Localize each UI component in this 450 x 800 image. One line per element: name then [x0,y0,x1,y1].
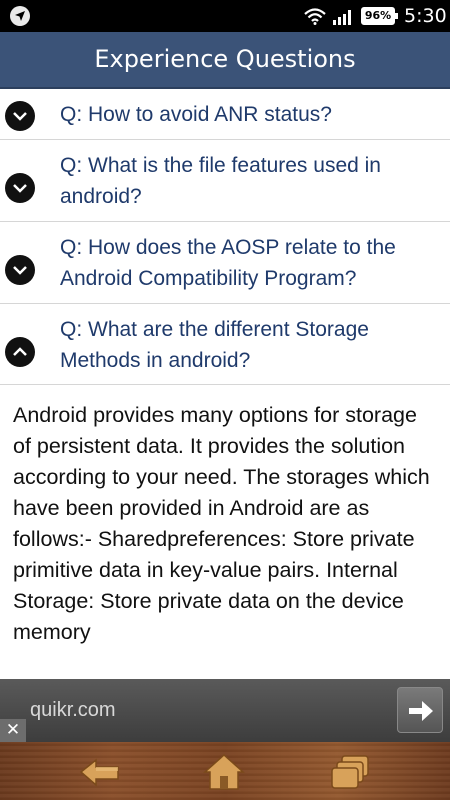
ad-text[interactable]: quikr.com [30,699,116,722]
question-item[interactable]: Q: How does the AOSP relate to the Andro… [0,222,450,304]
question-list: Q: How to avoid ANR status? Q: What is t… [0,89,450,385]
question-item[interactable]: Q: What is the file features used in and… [0,140,450,222]
question-text: Q: How to avoid ANR status? [60,103,332,126]
wifi-icon [304,8,326,25]
question-item[interactable]: Q: How to avoid ANR status? [0,89,450,140]
chevron-down-icon[interactable] [5,173,35,203]
arrow-right-icon[interactable] [397,687,443,733]
signal-strength-icon [333,10,351,25]
chevron-down-icon[interactable] [5,255,35,285]
question-text: Q: What are the different Storage Method… [60,318,369,372]
bottom-nav [0,742,450,800]
question-item-expanded[interactable]: Q: What are the different Storage Method… [0,304,450,385]
home-icon[interactable] [202,752,246,792]
ad-banner[interactable]: quikr.com ✕ [0,679,450,742]
page-title: Experience Questions [94,45,356,73]
answer-text: Android provides many options for storag… [13,403,430,644]
navigation-arrow-icon [10,6,30,26]
battery-indicator: 96% [361,7,398,25]
header-bar: Experience Questions [0,32,450,89]
back-arrow-icon[interactable] [78,752,122,792]
windows-icon[interactable] [328,752,372,792]
question-text: Q: How does the AOSP relate to the Andro… [60,236,396,290]
close-icon[interactable]: ✕ [0,719,26,742]
status-bar: 96% 5:30 [0,0,450,32]
status-time: 5:30 [404,5,447,27]
question-text: Q: What is the file features used in and… [60,154,381,208]
chevron-up-icon[interactable] [5,337,35,367]
chevron-down-icon[interactable] [5,101,35,131]
